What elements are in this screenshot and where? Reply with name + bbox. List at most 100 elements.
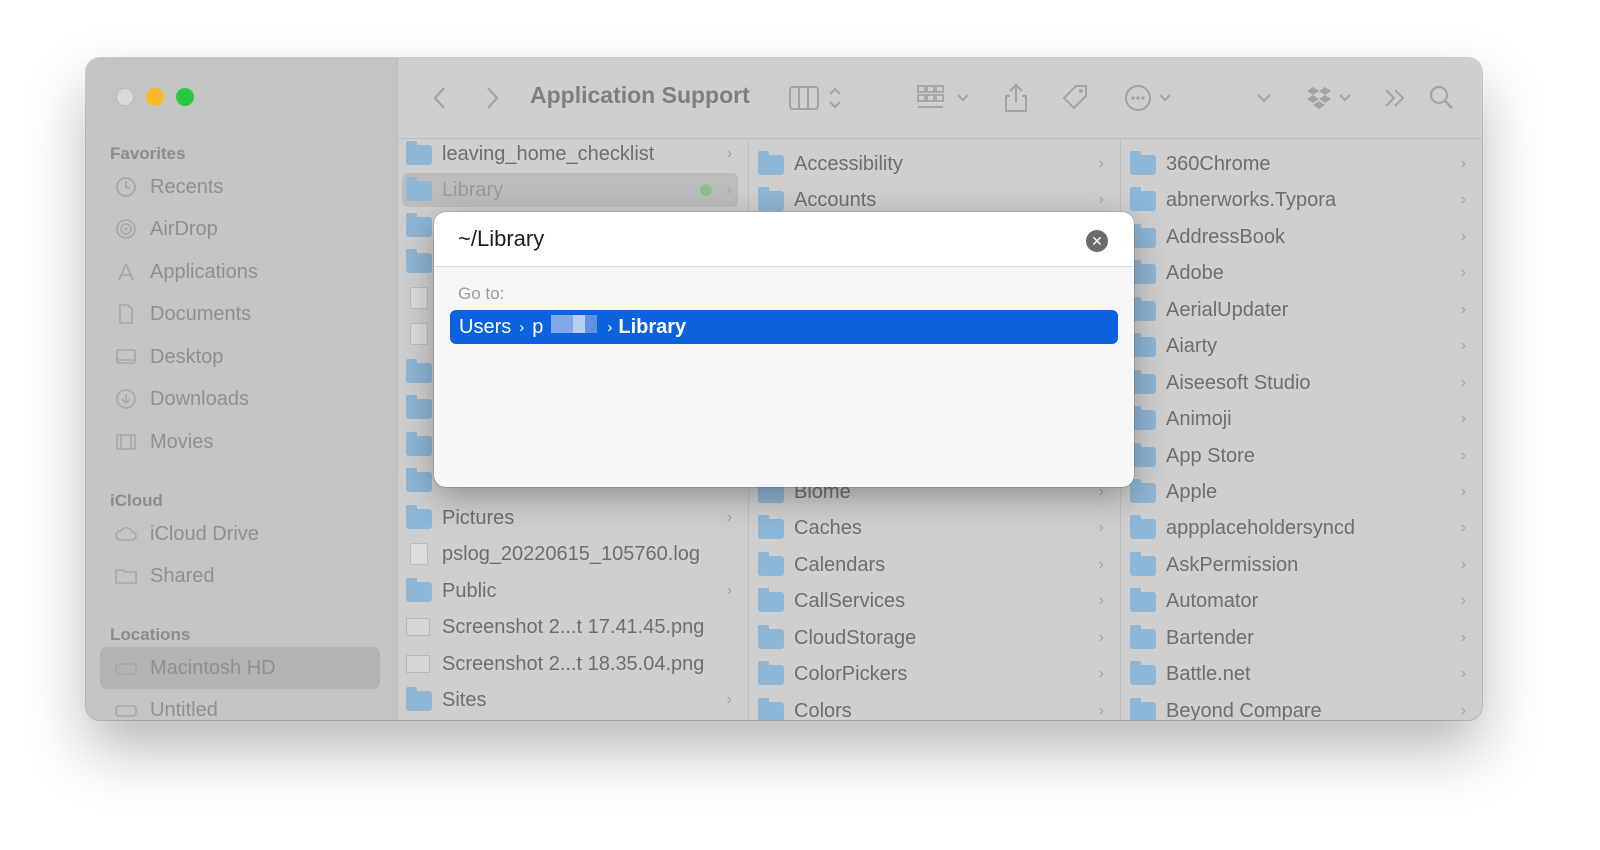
list-item[interactable]: leaving_home_checklist › (402, 139, 738, 171)
sidebar-item-movies[interactable]: Movies (100, 421, 380, 463)
sidebar-item-icloud-drive[interactable]: iCloud Drive (100, 513, 380, 555)
grid-icon (917, 85, 969, 108)
toolbar-overflow-button[interactable] (1382, 80, 1408, 116)
folder-icon (406, 687, 432, 711)
list-item[interactable]: 360Chrome › (1126, 147, 1472, 181)
chevron-right-icon: › (1460, 374, 1466, 391)
tag-button[interactable] (1060, 80, 1092, 116)
list-item[interactable]: Calendars › (754, 548, 1110, 582)
dropbox-button[interactable] (1304, 80, 1356, 116)
go-to-folder-dialog: ~/Library ✕ Go to: Users › p › Library (434, 212, 1134, 487)
sidebar-item-downloads[interactable]: Downloads (100, 378, 380, 420)
list-item[interactable]: abnerworks.Typora › (1126, 183, 1472, 217)
list-item[interactable]: Colors › (754, 694, 1110, 720)
list-item[interactable]: CloudStorage › (754, 621, 1110, 655)
path-dropdown-button[interactable] (1254, 80, 1274, 116)
back-button[interactable] (430, 80, 450, 116)
share-button[interactable] (1002, 80, 1030, 116)
list-item[interactable]: AerialUpdater › (1126, 293, 1472, 327)
minimize-window-button[interactable] (146, 88, 164, 106)
list-item[interactable]: AskPermission › (1126, 548, 1472, 582)
list-item[interactable]: CallServices › (754, 584, 1110, 618)
list-item[interactable]: Accessibility › (754, 147, 1110, 181)
list-item[interactable]: App Store › (1126, 439, 1472, 473)
sidebar-item-recents[interactable]: Recents (100, 166, 380, 208)
sidebar-item-airdrop[interactable]: AirDrop (100, 208, 380, 250)
list-item[interactable]: Apple › (1126, 475, 1472, 509)
list-item[interactable]: Animoji › (1126, 402, 1472, 436)
list-item[interactable]: Public › (402, 574, 738, 608)
airdrop-icon (114, 217, 138, 241)
list-item-selected[interactable]: Library › (402, 173, 738, 207)
list-item[interactable]: ColorPickers › (754, 657, 1110, 691)
list-item[interactable]: Bartender › (1126, 621, 1472, 655)
share-icon (1005, 83, 1027, 112)
image-file-icon (406, 655, 430, 673)
view-mode-button[interactable] (788, 80, 846, 116)
list-item[interactable]: Automator › (1126, 584, 1472, 618)
desktop-icon (114, 345, 138, 369)
sidebar-item-macintosh-hd[interactable]: Macintosh HD (100, 647, 380, 689)
sidebar-item-label: Movies (150, 430, 214, 453)
action-menu-button[interactable] (1124, 80, 1176, 116)
download-icon (114, 387, 138, 411)
chevron-right-icon: › (1098, 191, 1104, 208)
list-item[interactable]: Screenshot 2...t 18.35.04.png (402, 647, 738, 681)
path-suggestion-selected[interactable]: Users › p › Library (450, 310, 1118, 344)
more-icon (1125, 85, 1171, 111)
sidebar-item-untitled[interactable]: Untitled (100, 689, 380, 720)
folder-icon (1130, 151, 1156, 175)
list-item[interactable]: Battle.net › (1126, 657, 1472, 691)
chevron-right-icon: › (1460, 337, 1466, 354)
folder-icon (1130, 515, 1156, 539)
tag-icon (1062, 85, 1087, 110)
folder-icon (406, 359, 432, 383)
folder-icon (758, 625, 784, 649)
list-item[interactable]: Aiseesoft Studio › (1126, 366, 1472, 400)
list-item[interactable]: AddressBook › (1126, 220, 1472, 254)
chevron-right-icon: › (1460, 629, 1466, 646)
group-button[interactable] (916, 80, 976, 116)
folder-icon (1130, 479, 1156, 503)
list-item[interactable]: Adobe › (1126, 256, 1472, 290)
chevron-right-icon: › (1098, 592, 1104, 609)
chevron-right-icon: › (1098, 665, 1104, 682)
folder-icon (1130, 187, 1156, 211)
redacted-username (551, 315, 598, 339)
music-folder-icon (406, 249, 432, 273)
search-icon (1429, 85, 1453, 109)
sidebar-item-label: iCloud Drive (150, 522, 259, 545)
clear-input-button[interactable]: ✕ (1086, 230, 1108, 252)
path-input-value[interactable]: ~/Library (458, 226, 544, 252)
chevron-right-icon: › (1460, 519, 1466, 536)
search-button[interactable] (1428, 80, 1456, 116)
sidebar-item-label: Shared (150, 564, 215, 587)
list-item[interactable]: Sites › (402, 683, 738, 717)
sidebar-item-label: AirDrop (150, 217, 218, 240)
list-item[interactable]: Aiarty › (1126, 329, 1472, 363)
chevron-down-icon (1257, 94, 1271, 103)
suggestion-part-library: Library (618, 315, 687, 338)
sidebar-item-applications[interactable]: Applications (100, 251, 380, 293)
applications-icon (114, 260, 138, 284)
path-input[interactable]: ~/Library ✕ (434, 212, 1134, 267)
list-item[interactable]: Caches › (754, 511, 1110, 545)
list-item[interactable]: Pictures › (402, 501, 738, 535)
folder-icon (758, 515, 784, 539)
sidebar-item-documents[interactable]: Documents (100, 293, 380, 335)
list-item[interactable]: Beyond Compare › (1126, 694, 1472, 720)
forward-button[interactable] (482, 80, 502, 116)
chevron-right-icon: › (1460, 702, 1466, 719)
close-window-button[interactable] (116, 88, 134, 106)
list-item[interactable]: pslog_20220615_105760.log (402, 537, 738, 571)
sidebar-item-label: Applications (150, 260, 258, 283)
folder-icon (1130, 698, 1156, 720)
hard-drive-icon (114, 656, 138, 680)
columns-view-icon (789, 86, 841, 110)
folder-icon (406, 468, 432, 492)
zoom-window-button[interactable] (176, 88, 194, 106)
list-item[interactable]: Screenshot 2...t 17.41.45.png (402, 610, 738, 644)
sidebar-item-shared[interactable]: Shared (100, 555, 380, 597)
list-item[interactable]: appplaceholdersyncd › (1126, 511, 1472, 545)
sidebar-item-desktop[interactable]: Desktop (100, 336, 380, 378)
